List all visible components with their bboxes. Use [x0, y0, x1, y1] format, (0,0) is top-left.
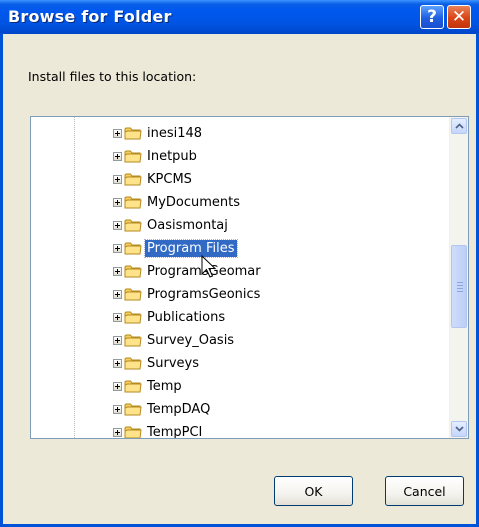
- scroll-up-button[interactable]: [451, 118, 467, 134]
- tree-item[interactable]: Publications: [113, 306, 227, 328]
- tree-item[interactable]: MyDocuments: [113, 191, 242, 213]
- folder-icon: [124, 127, 142, 140]
- tree-item[interactable]: Survey_Oasis: [113, 329, 236, 351]
- tree-item-label: inesi148: [147, 125, 203, 141]
- cancel-button-label: Cancel: [403, 483, 446, 499]
- tree-item[interactable]: KPCMS: [113, 168, 194, 190]
- folder-icon: [124, 150, 142, 163]
- tree-item-label: Surveys: [147, 355, 199, 371]
- scroll-down-button[interactable]: [451, 421, 467, 437]
- tree-item-label: Temp: [147, 378, 182, 394]
- folder-icon: [124, 196, 142, 209]
- tree-item-label: TempDAQ: [147, 401, 211, 417]
- thumb-grip: [457, 285, 463, 286]
- tree-item[interactable]: ProgramsGeomar: [113, 260, 263, 282]
- folder-icon: [124, 311, 142, 324]
- chevron-up-icon: [454, 123, 464, 129]
- folder-icon: [124, 219, 142, 232]
- tree-item[interactable]: inesi148: [113, 122, 204, 144]
- tree-item-label: Oasismontaj: [147, 217, 228, 233]
- scroll-thumb[interactable]: [451, 245, 467, 328]
- expand-icon[interactable]: [113, 266, 122, 276]
- close-button[interactable]: ✕: [447, 5, 471, 29]
- tree-item-label: Survey_Oasis: [147, 332, 235, 348]
- expand-icon[interactable]: [113, 197, 122, 207]
- help-button[interactable]: ?: [420, 5, 444, 29]
- expand-icon[interactable]: [113, 427, 122, 437]
- tree-item[interactable]: Surveys: [113, 352, 201, 374]
- folder-icon: [124, 426, 142, 438]
- tree-item[interactable]: TempPCI: [113, 421, 204, 439]
- tree-item-label: MyDocuments: [147, 194, 241, 210]
- tree-guide-line: [74, 117, 75, 438]
- mouse-cursor-icon: [201, 255, 217, 278]
- tree-item-label: Program Files: [144, 238, 238, 258]
- folder-icon: [124, 265, 142, 278]
- folder-icon: [124, 288, 142, 301]
- thumb-grip: [457, 282, 463, 283]
- folder-icon: [124, 403, 142, 416]
- expand-icon[interactable]: [113, 312, 122, 322]
- tree-item[interactable]: Inetpub: [113, 145, 199, 167]
- title-bar[interactable]: Browse for Folder ? ✕: [0, 0, 479, 34]
- expand-icon[interactable]: [113, 358, 122, 368]
- expand-icon[interactable]: [113, 174, 122, 184]
- folder-icon: [124, 380, 142, 393]
- expand-icon[interactable]: [113, 404, 122, 414]
- window-title: Browse for Folder: [8, 7, 172, 26]
- tree-item[interactable]: TempDAQ: [113, 398, 212, 420]
- tree-item[interactable]: Oasismontaj: [113, 214, 230, 236]
- cancel-button[interactable]: Cancel: [385, 476, 464, 506]
- tree-item-label: Inetpub: [147, 148, 197, 164]
- chevron-down-icon: [454, 426, 464, 432]
- expand-icon[interactable]: [113, 128, 122, 138]
- expand-icon[interactable]: [113, 335, 122, 345]
- tree-item-label: KPCMS: [147, 171, 192, 187]
- ok-button-label: OK: [304, 483, 323, 499]
- folder-icon: [124, 357, 142, 370]
- folder-tree[interactable]: inesi148 Inetpub KPCMS MyDocuments Oasismont…: [30, 116, 469, 439]
- tree-item-label: Publications: [147, 309, 226, 325]
- expand-icon[interactable]: [113, 220, 122, 230]
- folder-icon: [124, 173, 142, 186]
- close-icon: ✕: [451, 7, 467, 27]
- help-icon: ?: [427, 7, 437, 27]
- tree-item[interactable]: ProgramsGeonics: [113, 283, 262, 305]
- expand-icon[interactable]: [113, 151, 122, 161]
- ok-button[interactable]: OK: [274, 476, 353, 506]
- thumb-grip: [457, 291, 463, 292]
- folder-icon: [124, 334, 142, 347]
- expand-icon[interactable]: [113, 243, 122, 253]
- tree-item-label: ProgramsGeonics: [147, 286, 261, 302]
- vertical-scrollbar[interactable]: [449, 117, 468, 438]
- expand-icon[interactable]: [113, 289, 122, 299]
- window-frame-left: [0, 34, 3, 527]
- tree-item-label: TempPCI: [147, 424, 203, 439]
- thumb-grip: [457, 288, 463, 289]
- folder-icon: [124, 242, 142, 255]
- expand-icon[interactable]: [113, 381, 122, 391]
- instruction-text: Install files to this location:: [28, 69, 197, 84]
- tree-item[interactable]: Temp: [113, 375, 184, 397]
